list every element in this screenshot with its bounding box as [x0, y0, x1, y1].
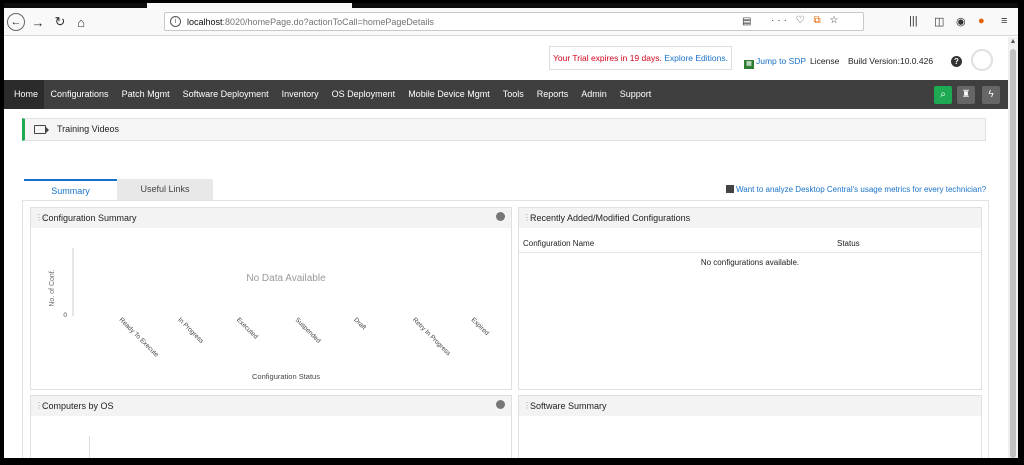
x-tick-in-progress: In Progress — [176, 316, 205, 345]
pocket-icon[interactable]: ♡ — [796, 15, 808, 26]
scrollbar-thumb[interactable] — [1010, 49, 1016, 458]
sidebar-icon[interactable]: ◫ — [934, 15, 944, 28]
build-version: Build Version:10.0.426 — [848, 56, 934, 66]
nav-item-mobile-device-mgmt[interactable]: Mobile Device Mgmt — [402, 80, 497, 109]
x-tick-executed: Executed — [235, 316, 259, 340]
x-tick-labels: Ready To Execute In Progress Executed Suspe… — [118, 316, 491, 358]
help-icon[interactable]: ? — [951, 56, 962, 67]
nav-item-patch-mgmt[interactable]: Patch Mgmt — [115, 80, 176, 109]
tab-summary[interactable]: Summary — [24, 179, 117, 200]
settings-icon[interactable] — [496, 212, 505, 221]
avatar[interactable] — [971, 49, 993, 71]
bookmark-star-icon[interactable]: ☆ — [829, 15, 841, 26]
widget-header[interactable]: ⋮⋮ Software Summary — [519, 396, 981, 416]
addon-icon[interactable]: ◉ — [956, 15, 966, 28]
x-tick-retry-in-progress: Retry In Progress — [411, 316, 452, 357]
widget-title: Recently Added/Modified Configurations — [530, 213, 691, 223]
library-icon[interactable]: ||| — [909, 15, 918, 27]
table-header: Configuration Name Status — [519, 233, 981, 253]
more-icon[interactable]: ··· — [771, 15, 790, 26]
info-icon[interactable]: i — [170, 16, 181, 27]
explore-editions-link[interactable]: Explore Editions. — [664, 53, 728, 63]
forward-icon[interactable]: → — [28, 12, 48, 32]
browser-toolbar: ← → ↻ ⌂ i localhost:8020/homePage.do?act… — [4, 8, 1018, 36]
x-tick-suspended: Suspended — [294, 316, 322, 344]
chart-svg: No. of Conf. 0 No Data Available Ready T… — [49, 248, 491, 381]
recent-configurations-table: Configuration Name Status No configurati… — [519, 233, 981, 267]
reload-icon[interactable]: ↻ — [50, 12, 70, 32]
firefox-account-icon[interactable]: ● — [978, 15, 985, 27]
quick-actions-button[interactable]: ϟ — [982, 86, 1000, 104]
scroll-up-icon[interactable]: ▲ — [1008, 37, 1018, 47]
home-icon[interactable]: ⌂ — [71, 12, 91, 32]
widget-title: Computers by OS — [42, 401, 114, 411]
recent-configurations-widget: ⋮⋮ Recently Added/Modified Configuration… — [518, 207, 982, 390]
nav-item-os-deployment[interactable]: OS Deployment — [325, 80, 402, 109]
nav-item-reports[interactable]: Reports — [530, 80, 575, 109]
configuration-chart: No. of Conf. 0 No Data Available Ready T… — [31, 228, 511, 388]
reader-icon[interactable]: ▤ — [742, 16, 751, 27]
widget-header[interactable]: ⋮⋮ Computers by OS — [31, 396, 511, 416]
x-tick-expired: Expired — [470, 316, 491, 337]
no-data-message: No Data Available — [246, 273, 326, 284]
y-axis-label: No. of Conf. — [49, 269, 56, 306]
usage-metrics-link[interactable]: Want to analyze Desktop Central's usage … — [726, 185, 986, 194]
computers-by-os-widget: ⋮⋮ Computers by OS — [30, 395, 512, 458]
sdp-icon: ▦ — [744, 60, 754, 69]
x-tick-ready-to-execute: Ready To Execute — [118, 316, 160, 358]
nav-item-support[interactable]: Support — [613, 80, 658, 109]
browser-window: ← → ↻ ⌂ i localhost:8020/homePage.do?act… — [4, 3, 1018, 458]
address-bar[interactable]: i localhost:8020/homePage.do?actionToCal… — [164, 12, 864, 31]
quick-launch-button[interactable]: ♜ — [957, 86, 975, 104]
main-nav: Home Configurations Patch Mgmt Software Dep… — [4, 80, 1008, 109]
menu-icon[interactable]: ≡ — [1001, 15, 1007, 27]
nav-item-software-deployment[interactable]: Software Deployment — [176, 80, 275, 109]
video-camera-icon — [34, 125, 49, 134]
url-text[interactable]: localhost:8020/homePage.do?actionToCall=… — [187, 17, 434, 27]
y-tick-label: 0 — [63, 312, 67, 319]
tab-useful-links[interactable]: Useful Links — [117, 179, 213, 200]
column-header-name[interactable]: Configuration Name — [523, 239, 594, 248]
license-link[interactable]: License — [810, 56, 839, 66]
training-videos-bar[interactable]: Training Videos — [22, 118, 986, 141]
page-actions[interactable]: ··· ♡ ⧉ ☆ — [771, 15, 841, 26]
back-icon[interactable]: ← — [7, 13, 25, 31]
widget-title: Software Summary — [530, 401, 607, 411]
software-summary-widget: ⋮⋮ Software Summary — [518, 395, 982, 458]
settings-icon[interactable] — [496, 400, 505, 409]
widget-title: Configuration Summary — [42, 213, 137, 223]
column-header-status[interactable]: Status — [837, 239, 860, 248]
nav-item-home[interactable]: Home — [4, 80, 45, 109]
y-axis — [89, 436, 90, 458]
empty-message: No configurations available. — [700, 258, 800, 267]
training-videos-label: Training Videos — [57, 124, 120, 134]
trial-banner: Your Trial expires in 19 days. Explore E… — [549, 46, 732, 70]
nav-item-configurations[interactable]: Configurations — [44, 80, 115, 109]
x-axis-label: Configuration Status — [252, 372, 320, 381]
app-header: Your Trial expires in 19 days. Explore E… — [4, 37, 1008, 80]
nav-item-admin[interactable]: Admin — [575, 80, 614, 109]
extension-icon[interactable]: ⧉ — [814, 15, 824, 26]
x-tick-draft: Draft — [352, 316, 367, 331]
search-button[interactable]: ⌕ — [934, 86, 952, 104]
configuration-summary-widget: ⋮⋮ Configuration Summary No. of Conf. 0 … — [30, 207, 512, 390]
nav-item-inventory[interactable]: Inventory — [275, 80, 325, 109]
widget-header[interactable]: ⋮⋮ Configuration Summary — [31, 208, 511, 228]
report-icon — [726, 185, 734, 193]
jump-to-sdp-link[interactable]: ▦ Jump to SDP — [744, 56, 806, 69]
nav-item-tools[interactable]: Tools — [496, 80, 530, 109]
vertical-scrollbar[interactable]: ▲ — [1008, 37, 1018, 458]
widget-header[interactable]: ⋮⋮ Recently Added/Modified Configuration… — [519, 208, 981, 228]
